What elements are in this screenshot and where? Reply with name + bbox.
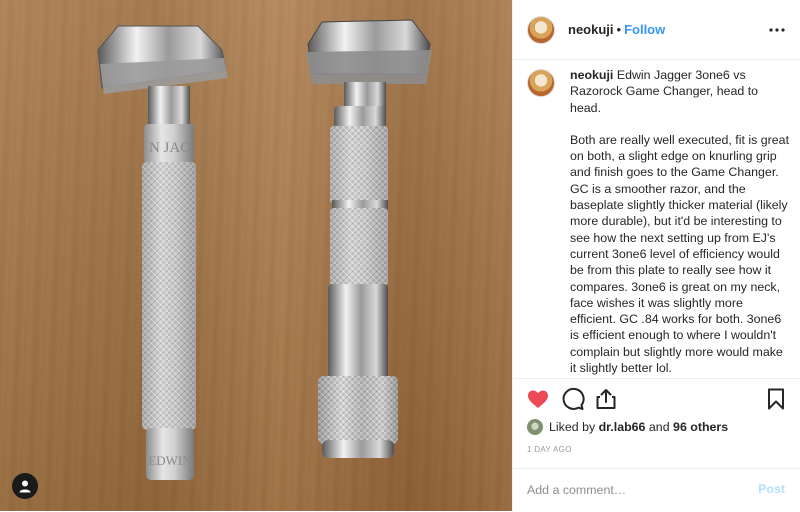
game-changer-razor <box>306 19 432 458</box>
post-photo[interactable]: N JAG EDWIN <box>0 0 512 511</box>
caption-body: Both are really well executed, fit is gr… <box>570 132 790 376</box>
likes-prefix: Liked by <box>549 420 596 434</box>
user-tag-icon <box>19 480 31 493</box>
liker-username[interactable]: dr.lab66 <box>599 420 646 434</box>
post-header: neokuji • Follow <box>513 0 800 60</box>
likes-others-link[interactable]: 96 others <box>673 420 728 434</box>
comment-icon[interactable] <box>561 387 585 411</box>
likes-line: Liked by dr.lab66 and 96 others <box>527 417 728 437</box>
likes-conjunction: and <box>648 420 670 434</box>
razors-illustration: N JAG EDWIN <box>97 19 432 480</box>
share-icon[interactable] <box>594 387 618 411</box>
user-tag-button[interactable] <box>12 473 38 499</box>
comment-input[interactable] <box>527 479 747 501</box>
more-options-icon <box>769 28 785 32</box>
caption-username[interactable]: neokuji <box>570 68 613 82</box>
follow-button[interactable]: Follow <box>624 22 665 37</box>
post-button[interactable]: Post <box>758 482 785 496</box>
edwin-jagger-razor: N JAG EDWIN <box>97 25 228 480</box>
caption-avatar[interactable] <box>527 69 555 97</box>
action-bar <box>513 379 800 419</box>
post-footer: Liked by dr.lab66 and 96 others 1 DAY AG… <box>513 378 800 511</box>
more-options-button[interactable] <box>769 21 785 39</box>
avatar[interactable] <box>527 15 555 44</box>
post-date[interactable]: 1 DAY AGO <box>527 445 572 454</box>
bookmark-icon[interactable] <box>764 387 788 411</box>
left-razor-engraving-bottom: EDWIN <box>148 453 192 468</box>
comment-bar: Post <box>513 468 800 512</box>
heart-icon[interactable] <box>526 387 550 411</box>
separator-dot: • <box>616 22 622 37</box>
post-side-panel: neokuji • Follow neokuji Edwin Jagger 3o… <box>512 0 800 511</box>
liker-avatar[interactable] <box>527 419 543 435</box>
caption-area: neokuji Edwin Jagger 3one6 vs Razorock G… <box>513 60 800 378</box>
caption-text: neokuji Edwin Jagger 3one6 vs Razorock G… <box>570 67 790 376</box>
header-username[interactable]: neokuji <box>568 22 614 37</box>
left-razor-engraving-top: N JAG <box>149 140 191 156</box>
